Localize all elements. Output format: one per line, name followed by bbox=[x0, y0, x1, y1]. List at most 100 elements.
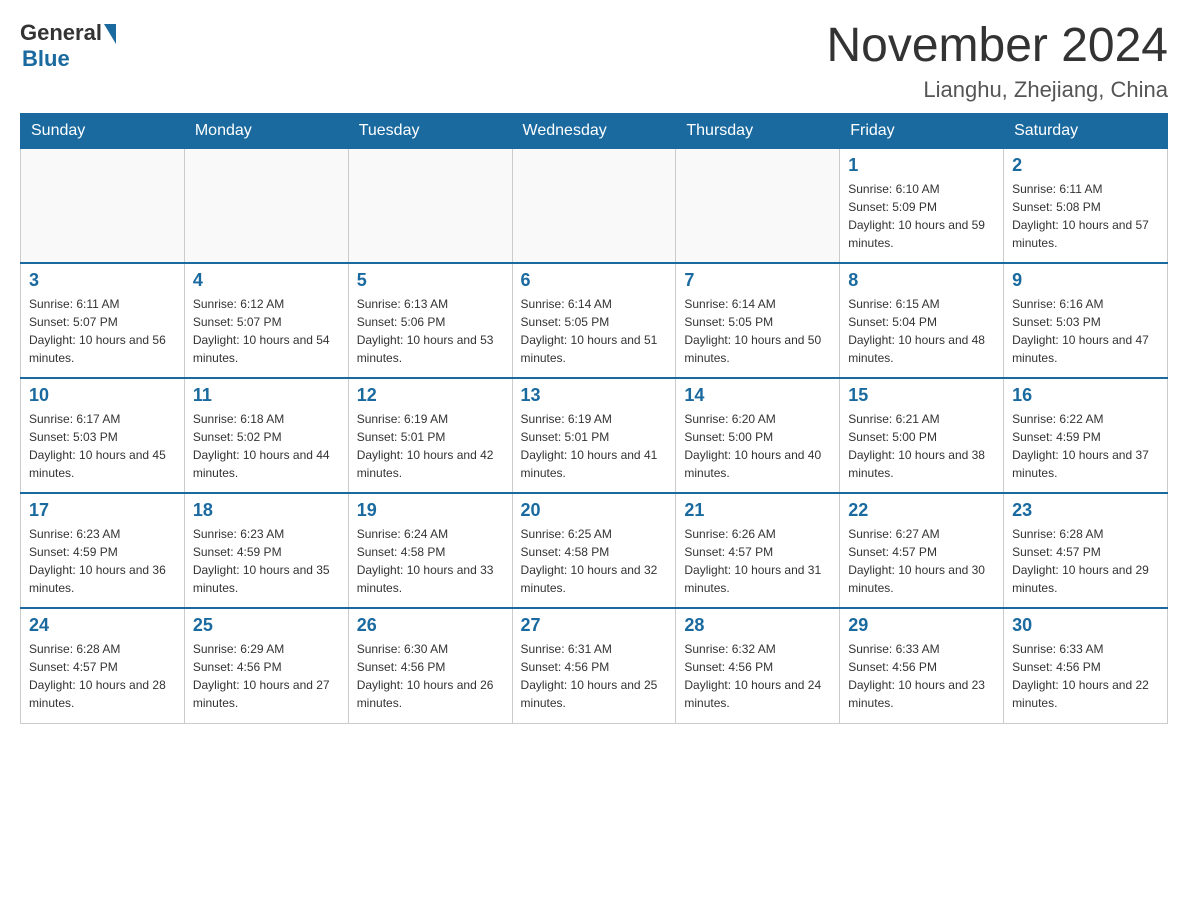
calendar-cell: 29 Sunrise: 6:33 AM Sunset: 4:56 PM Dayli… bbox=[840, 608, 1004, 723]
calendar-cell bbox=[21, 148, 185, 263]
calendar-cell: 21 Sunrise: 6:26 AM Sunset: 4:57 PM Dayli… bbox=[676, 493, 840, 608]
day-info: Sunrise: 6:33 AM Sunset: 4:56 PM Dayligh… bbox=[848, 640, 995, 712]
title-section: November 2024 Lianghu, Zhejiang, China bbox=[826, 20, 1168, 103]
calendar-cell: 22Sunrise: 6:27 AM Sunset: 4:57 PM Dayli… bbox=[840, 493, 1004, 608]
day-number: 4 bbox=[193, 270, 340, 291]
day-header-tuesday: Tuesday bbox=[348, 113, 512, 148]
calendar-cell: 12 Sunrise: 6:19 AM Sunset: 5:01 PM Dayli… bbox=[348, 378, 512, 493]
day-number: 7 bbox=[684, 270, 831, 291]
calendar-cell: 16 Sunrise: 6:22 AM Sunset: 4:59 PM Dayli… bbox=[1004, 378, 1168, 493]
calendar-cell: 4 Sunrise: 6:12 AM Sunset: 5:07 PM Daylig… bbox=[184, 263, 348, 378]
calendar-cell: 19 Sunrise: 6:24 AM Sunset: 4:58 PM Dayli… bbox=[348, 493, 512, 608]
day-info: Sunrise: 6:11 AM Sunset: 5:08 PM Dayligh… bbox=[1012, 180, 1159, 252]
calendar-cell: 24Sunrise: 6:28 AM Sunset: 4:57 PM Dayli… bbox=[21, 608, 185, 723]
day-number: 18 bbox=[193, 500, 340, 521]
day-number: 16 bbox=[1012, 385, 1159, 406]
day-info: Sunrise: 6:22 AM Sunset: 4:59 PM Dayligh… bbox=[1012, 410, 1159, 482]
day-info: Sunrise: 6:30 AM Sunset: 4:56 PM Dayligh… bbox=[357, 640, 504, 712]
day-number: 13 bbox=[521, 385, 668, 406]
day-header-friday: Friday bbox=[840, 113, 1004, 148]
location-subtitle: Lianghu, Zhejiang, China bbox=[826, 77, 1168, 103]
calendar-cell: 13 Sunrise: 6:19 AM Sunset: 5:01 PM Dayli… bbox=[512, 378, 676, 493]
day-number: 20 bbox=[521, 500, 668, 521]
month-year-title: November 2024 bbox=[826, 20, 1168, 73]
calendar-cell: 17 Sunrise: 6:23 AM Sunset: 4:59 PM Dayli… bbox=[21, 493, 185, 608]
day-number: 9 bbox=[1012, 270, 1159, 291]
day-number: 10 bbox=[29, 385, 176, 406]
day-info: Sunrise: 6:11 AM Sunset: 5:07 PM Dayligh… bbox=[29, 295, 176, 367]
day-info: Sunrise: 6:33 AM Sunset: 4:56 PM Dayligh… bbox=[1012, 640, 1159, 712]
calendar-cell: 10 Sunrise: 6:17 AM Sunset: 5:03 PM Dayli… bbox=[21, 378, 185, 493]
day-number: 22 bbox=[848, 500, 995, 521]
day-number: 19 bbox=[357, 500, 504, 521]
day-info: Sunrise: 6:28 AM Sunset: 4:57 PM Dayligh… bbox=[1012, 525, 1159, 597]
day-number: 5 bbox=[357, 270, 504, 291]
logo-general-text: General bbox=[20, 20, 102, 46]
logo-blue-text: Blue bbox=[22, 46, 70, 72]
day-info: Sunrise: 6:13 AM Sunset: 5:06 PM Dayligh… bbox=[357, 295, 504, 367]
day-info: Sunrise: 6:20 AM Sunset: 5:00 PM Dayligh… bbox=[684, 410, 831, 482]
calendar-cell: 5 Sunrise: 6:13 AM Sunset: 5:06 PM Daylig… bbox=[348, 263, 512, 378]
calendar-cell: 11 Sunrise: 6:18 AM Sunset: 5:02 PM Dayli… bbox=[184, 378, 348, 493]
calendar-cell: 6Sunrise: 6:14 AM Sunset: 5:05 PM Daylig… bbox=[512, 263, 676, 378]
calendar-week-row: 24Sunrise: 6:28 AM Sunset: 4:57 PM Dayli… bbox=[21, 608, 1168, 723]
calendar-cell: 18 Sunrise: 6:23 AM Sunset: 4:59 PM Dayli… bbox=[184, 493, 348, 608]
day-info: Sunrise: 6:19 AM Sunset: 5:01 PM Dayligh… bbox=[521, 410, 668, 482]
calendar-cell: 1 Sunrise: 6:10 AM Sunset: 5:09 PM Daylig… bbox=[840, 148, 1004, 263]
day-number: 21 bbox=[684, 500, 831, 521]
calendar-week-row: 3Sunrise: 6:11 AM Sunset: 5:07 PM Daylig… bbox=[21, 263, 1168, 378]
day-info: Sunrise: 6:31 AM Sunset: 4:56 PM Dayligh… bbox=[521, 640, 668, 712]
calendar-cell bbox=[512, 148, 676, 263]
day-info: Sunrise: 6:25 AM Sunset: 4:58 PM Dayligh… bbox=[521, 525, 668, 597]
day-number: 1 bbox=[848, 155, 995, 176]
day-header-thursday: Thursday bbox=[676, 113, 840, 148]
day-number: 23 bbox=[1012, 500, 1159, 521]
calendar-cell: 2Sunrise: 6:11 AM Sunset: 5:08 PM Daylig… bbox=[1004, 148, 1168, 263]
day-info: Sunrise: 6:32 AM Sunset: 4:56 PM Dayligh… bbox=[684, 640, 831, 712]
calendar-week-row: 1 Sunrise: 6:10 AM Sunset: 5:09 PM Daylig… bbox=[21, 148, 1168, 263]
calendar-cell: 25Sunrise: 6:29 AM Sunset: 4:56 PM Dayli… bbox=[184, 608, 348, 723]
calendar-cell: 3Sunrise: 6:11 AM Sunset: 5:07 PM Daylig… bbox=[21, 263, 185, 378]
day-info: Sunrise: 6:24 AM Sunset: 4:58 PM Dayligh… bbox=[357, 525, 504, 597]
day-info: Sunrise: 6:28 AM Sunset: 4:57 PM Dayligh… bbox=[29, 640, 176, 712]
logo-arrow-icon bbox=[104, 24, 116, 44]
day-header-monday: Monday bbox=[184, 113, 348, 148]
calendar-cell: 9Sunrise: 6:16 AM Sunset: 5:03 PM Daylig… bbox=[1004, 263, 1168, 378]
calendar-week-row: 10 Sunrise: 6:17 AM Sunset: 5:03 PM Dayli… bbox=[21, 378, 1168, 493]
calendar-cell bbox=[348, 148, 512, 263]
calendar-cell bbox=[676, 148, 840, 263]
day-number: 14 bbox=[684, 385, 831, 406]
day-info: Sunrise: 6:12 AM Sunset: 5:07 PM Dayligh… bbox=[193, 295, 340, 367]
day-number: 26 bbox=[357, 615, 504, 636]
day-header-wednesday: Wednesday bbox=[512, 113, 676, 148]
calendar-cell: 28Sunrise: 6:32 AM Sunset: 4:56 PM Dayli… bbox=[676, 608, 840, 723]
day-info: Sunrise: 6:23 AM Sunset: 4:59 PM Dayligh… bbox=[193, 525, 340, 597]
logo: General Blue bbox=[20, 20, 116, 72]
day-number: 17 bbox=[29, 500, 176, 521]
page-header: General Blue November 2024 Lianghu, Zhej… bbox=[20, 20, 1168, 103]
calendar-table: SundayMondayTuesdayWednesdayThursdayFrid… bbox=[20, 113, 1168, 724]
day-info: Sunrise: 6:14 AM Sunset: 5:05 PM Dayligh… bbox=[684, 295, 831, 367]
day-number: 12 bbox=[357, 385, 504, 406]
day-info: Sunrise: 6:29 AM Sunset: 4:56 PM Dayligh… bbox=[193, 640, 340, 712]
day-info: Sunrise: 6:19 AM Sunset: 5:01 PM Dayligh… bbox=[357, 410, 504, 482]
day-info: Sunrise: 6:18 AM Sunset: 5:02 PM Dayligh… bbox=[193, 410, 340, 482]
calendar-header-row: SundayMondayTuesdayWednesdayThursdayFrid… bbox=[21, 113, 1168, 148]
day-header-saturday: Saturday bbox=[1004, 113, 1168, 148]
day-number: 8 bbox=[848, 270, 995, 291]
day-info: Sunrise: 6:14 AM Sunset: 5:05 PM Dayligh… bbox=[521, 295, 668, 367]
calendar-week-row: 17 Sunrise: 6:23 AM Sunset: 4:59 PM Dayli… bbox=[21, 493, 1168, 608]
day-info: Sunrise: 6:17 AM Sunset: 5:03 PM Dayligh… bbox=[29, 410, 176, 482]
day-info: Sunrise: 6:26 AM Sunset: 4:57 PM Dayligh… bbox=[684, 525, 831, 597]
day-info: Sunrise: 6:10 AM Sunset: 5:09 PM Dayligh… bbox=[848, 180, 995, 252]
day-number: 29 bbox=[848, 615, 995, 636]
day-info: Sunrise: 6:21 AM Sunset: 5:00 PM Dayligh… bbox=[848, 410, 995, 482]
calendar-cell: 7 Sunrise: 6:14 AM Sunset: 5:05 PM Daylig… bbox=[676, 263, 840, 378]
day-number: 30 bbox=[1012, 615, 1159, 636]
day-number: 15 bbox=[848, 385, 995, 406]
day-info: Sunrise: 6:23 AM Sunset: 4:59 PM Dayligh… bbox=[29, 525, 176, 597]
day-number: 27 bbox=[521, 615, 668, 636]
day-number: 11 bbox=[193, 385, 340, 406]
day-header-sunday: Sunday bbox=[21, 113, 185, 148]
calendar-cell: 23 Sunrise: 6:28 AM Sunset: 4:57 PM Dayli… bbox=[1004, 493, 1168, 608]
